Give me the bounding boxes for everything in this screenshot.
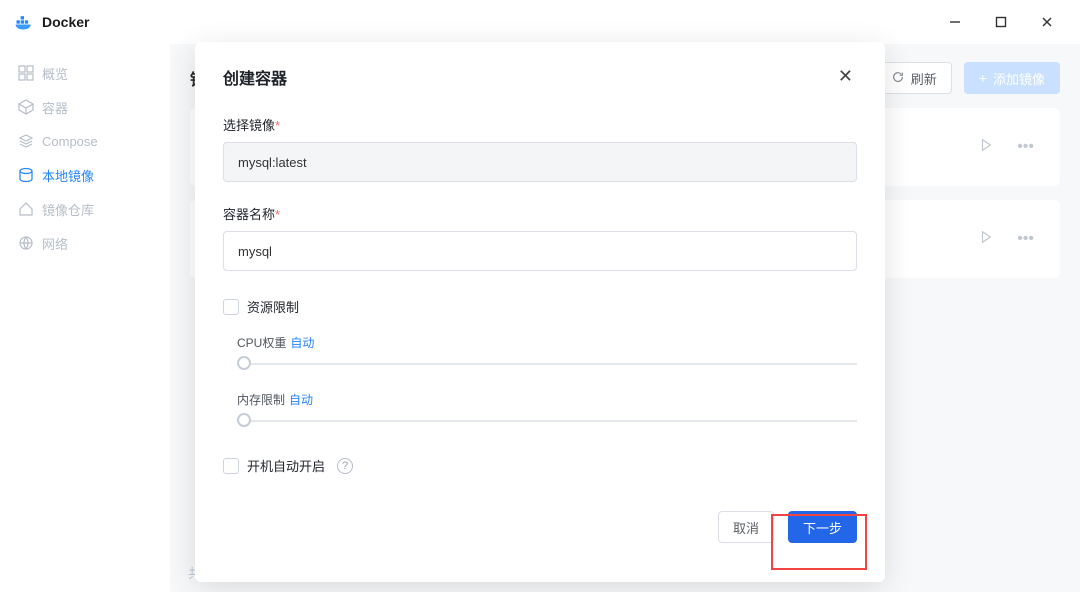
modal-title: 创建容器 [223,65,287,89]
modal-overlay: 创建容器 ✕ 选择镜像* 容器名称* 资源限制 CPU权重自动 内存限制自动 开… [0,44,1080,592]
select-image-label: 选择镜像* [223,115,857,134]
resource-limit-checkbox[interactable] [223,299,239,315]
window-title: Docker [42,14,89,30]
cpu-weight-label: CPU权重自动 [223,334,857,351]
create-container-modal: 创建容器 ✕ 选择镜像* 容器名称* 资源限制 CPU权重自动 内存限制自动 开… [195,42,885,582]
cpu-weight-slider[interactable] [237,359,857,369]
docker-logo-icon [14,12,34,32]
next-button[interactable]: 下一步 [788,511,857,543]
help-icon[interactable]: ? [337,458,353,474]
container-name-label: 容器名称* [223,204,857,223]
select-image-input[interactable] [223,142,857,182]
autostart-checkbox[interactable] [223,458,239,474]
memory-limit-slider[interactable] [237,416,857,426]
resource-limit-label: 资源限制 [247,297,299,316]
window-maximize-button[interactable] [982,7,1020,37]
memory-limit-label: 内存限制自动 [223,391,857,408]
container-name-input[interactable] [223,231,857,271]
window-titlebar: Docker [0,0,1080,44]
window-minimize-button[interactable] [936,7,974,37]
autostart-label: 开机自动开启 [247,456,325,475]
cancel-button[interactable]: 取消 [718,511,774,543]
window-close-button[interactable] [1028,7,1066,37]
modal-close-button[interactable]: ✕ [834,62,857,91]
